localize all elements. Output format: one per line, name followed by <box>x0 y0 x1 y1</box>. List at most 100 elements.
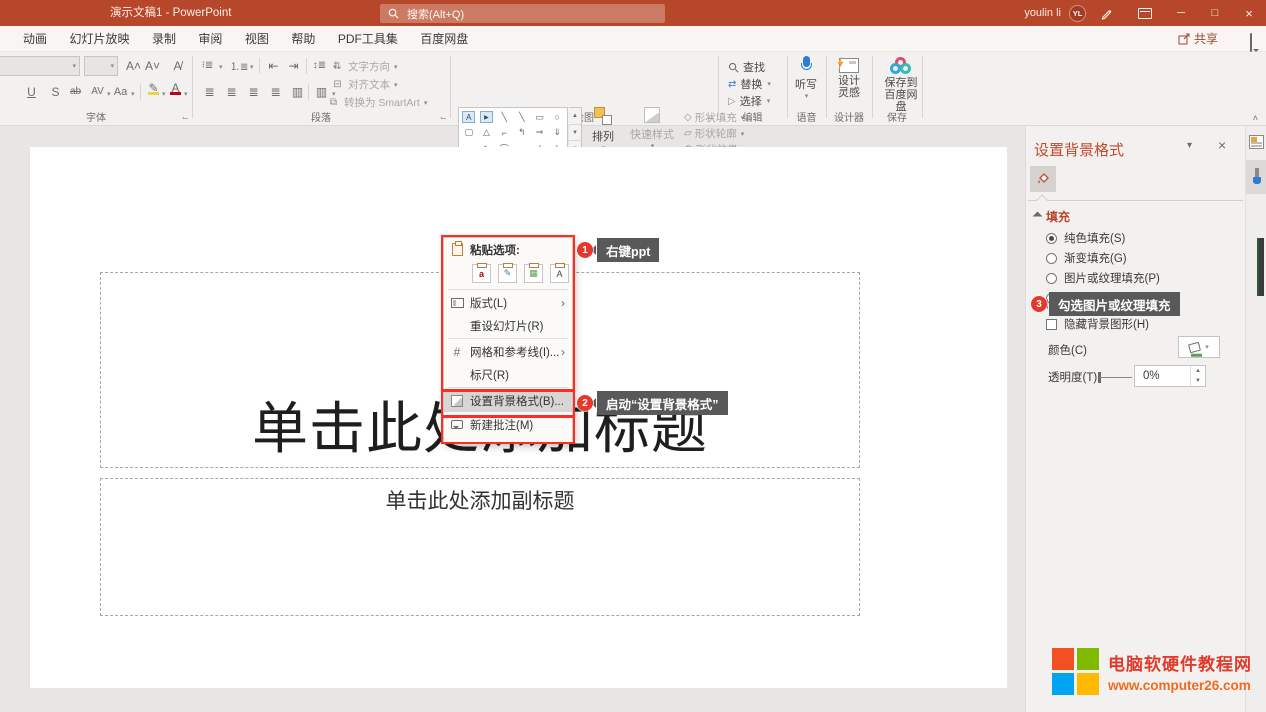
shape-elbow-icon[interactable]: ⌐ <box>502 128 507 138</box>
tab-record[interactable]: 录制 <box>143 26 185 52</box>
text-direction-button[interactable]: ⇅文字方向▾ <box>330 58 398 75</box>
slide-properties-icon[interactable] <box>1249 135 1264 149</box>
tab-help[interactable]: 帮助 <box>282 26 324 52</box>
shapes-scroll-down-icon[interactable]: ▼ <box>569 125 581 142</box>
paste-text-only-icon[interactable]: A <box>550 264 569 283</box>
format-brush-icon[interactable] <box>1250 168 1263 185</box>
save-to-baidu-button[interactable]: 保存到百度网盘 <box>880 57 922 113</box>
paste-destination-theme-icon[interactable]: a <box>472 264 491 283</box>
paste-keep-formatting-icon[interactable]: ✎ <box>498 264 517 283</box>
shrink-font-icon[interactable]: A˅ <box>145 57 160 74</box>
shape-down-arrow-icon[interactable]: ⇓ <box>553 127 561 138</box>
menu-item-format-background[interactable]: 设置背景格式(B)... <box>444 389 572 412</box>
menu-item-layout[interactable]: 版式(L) › <box>444 291 572 314</box>
font-color-icon[interactable]: A <box>168 82 183 95</box>
transparency-slider-track[interactable] <box>1100 377 1132 378</box>
bullets-icon[interactable]: ⁝≣ <box>200 57 215 74</box>
option-picture-fill[interactable]: 图片或纹理填充(P) <box>1046 270 1160 286</box>
radio-icon[interactable] <box>1046 273 1057 284</box>
pen-mode-icon[interactable] <box>1086 0 1126 26</box>
clear-formatting-icon[interactable]: A̸ <box>170 57 185 74</box>
align-left-icon[interactable]: ≣ <box>202 83 217 100</box>
tab-review[interactable]: 审阅 <box>189 26 231 52</box>
line-spacing-icon[interactable]: ↕≣ <box>312 57 327 74</box>
tab-animation[interactable]: 动画 <box>14 26 56 52</box>
pane-close-icon[interactable]: × <box>1218 137 1226 153</box>
shape-arrow-line-icon[interactable]: ╲ <box>519 112 524 123</box>
search-input[interactable]: 搜索(Alt+Q) <box>380 4 665 23</box>
font-size-combo[interactable]: ▾ <box>84 56 118 76</box>
fill-section-header[interactable]: 填充 <box>1034 208 1070 225</box>
pane-scrollbar-thumb[interactable] <box>1257 238 1264 296</box>
shape-outline-button[interactable]: ▱形状轮廓▾ <box>684 126 744 141</box>
transparency-value-spinner[interactable]: 0% ▲▼ <box>1134 365 1206 387</box>
checkbox-icon[interactable] <box>1046 319 1057 330</box>
shape-line-icon[interactable]: ╲ <box>501 112 506 123</box>
tab-pdf-tools[interactable]: PDF工具集 <box>329 26 407 52</box>
ribbon-display-options-icon[interactable] <box>1126 0 1164 26</box>
transparency-value[interactable]: 0% <box>1135 370 1190 382</box>
quick-styles-button[interactable]: 快速样式▾ <box>630 107 674 150</box>
comments-icon[interactable] <box>1250 34 1252 52</box>
underline-icon[interactable]: U <box>24 83 39 100</box>
replace-button[interactable]: ⇄ 替换▾ <box>728 76 771 92</box>
grow-font-icon[interactable]: A˄ <box>126 57 141 74</box>
distribute-icon[interactable]: ▥ <box>290 83 305 100</box>
color-dropdown-button[interactable]: ▾ <box>1178 336 1220 358</box>
shape-triangle-icon[interactable]: △ <box>483 127 490 138</box>
fill-tab-button[interactable] <box>1030 166 1056 192</box>
tab-baidu-netdisk[interactable]: 百度网盘 <box>411 26 477 52</box>
paragraph-dialog-launcher[interactable]: ⌙ <box>440 113 447 122</box>
menu-item-reset-slide[interactable]: 重设幻灯片(R) <box>444 314 572 337</box>
numbering-icon[interactable]: ⒈≣ <box>230 57 248 74</box>
shape-curve-connector-icon[interactable]: ↰ <box>518 127 526 138</box>
increase-indent-icon[interactable]: ⇥ <box>286 57 301 74</box>
arrange-button[interactable]: 排列▾ <box>592 107 614 152</box>
pane-options-caret-icon[interactable]: ▾ <box>1187 140 1192 151</box>
radio-icon[interactable] <box>1046 253 1057 264</box>
slide-subtitle-text[interactable]: 单击此处添加副标题 <box>101 485 859 515</box>
textbox-icon[interactable]: A <box>462 111 475 123</box>
tab-slideshow[interactable]: 幻灯片放映 <box>60 26 138 52</box>
dictate-button[interactable]: 听写▾ <box>795 56 817 100</box>
radio-selected-icon[interactable] <box>1046 233 1057 244</box>
align-right-icon[interactable]: ≣ <box>246 83 261 100</box>
find-button[interactable]: 查找 <box>728 59 765 75</box>
subtitle-placeholder[interactable]: 单击此处添加副标题 <box>100 478 860 616</box>
shapes-scroll-up-icon[interactable]: ▲ <box>569 108 581 125</box>
spinner-up-icon[interactable]: ▲ <box>1191 366 1205 376</box>
decrease-indent-icon[interactable]: ⇤ <box>266 57 281 74</box>
align-text-button[interactable]: ⊟对齐文本▾ <box>330 76 398 93</box>
option-solid-fill[interactable]: 纯色填充(S) <box>1046 230 1125 246</box>
shape-right-arrow-icon[interactable]: ⇒ <box>536 127 544 138</box>
collapse-ribbon-icon[interactable]: ˄ <box>1253 113 1258 123</box>
minimize-button[interactable]: ─ <box>1164 0 1198 26</box>
shape-rectangle-icon[interactable]: ▭ <box>535 112 544 123</box>
spinner-down-icon[interactable]: ▼ <box>1191 376 1205 386</box>
select-button[interactable]: ▷ 选择▾ <box>728 93 770 109</box>
font-dialog-launcher[interactable]: ⌙ <box>182 113 189 122</box>
option-gradient-fill[interactable]: 渐变填充(G) <box>1046 250 1127 266</box>
close-button[interactable]: × <box>1232 0 1266 26</box>
user-name[interactable]: youlin li <box>1024 7 1061 19</box>
avatar[interactable]: YL <box>1069 5 1086 22</box>
highlight-color-icon[interactable]: ✎ <box>146 82 161 95</box>
menu-item-new-comment[interactable]: 新建批注(M) <box>444 412 572 437</box>
vertical-textbox-icon[interactable]: ▶ <box>480 111 493 123</box>
menu-item-ruler[interactable]: 标尺(R) <box>444 363 572 386</box>
shape-rounded-rect-icon[interactable]: ▢ <box>465 127 474 138</box>
shape-oval-icon[interactable]: ○ <box>554 112 559 122</box>
paste-picture-icon[interactable]: ▦ <box>524 264 543 283</box>
shadow-icon[interactable]: S <box>48 83 63 100</box>
restore-button[interactable]: □ <box>1198 0 1232 26</box>
justify-icon[interactable]: ≣ <box>268 83 283 100</box>
strikethrough-icon[interactable]: ab <box>68 83 83 100</box>
tab-view[interactable]: 视图 <box>236 26 278 52</box>
font-name-combo[interactable]: ▾ <box>0 56 80 76</box>
change-case-icon[interactable]: Aa <box>113 83 128 100</box>
design-ideas-button[interactable]: 设计灵感 <box>838 58 860 99</box>
menu-item-grid-guides[interactable]: # 网格和参考线(I)... › <box>444 340 572 363</box>
align-center-icon[interactable]: ≣ <box>224 83 239 100</box>
character-spacing-icon[interactable]: AV <box>90 83 105 100</box>
option-hide-background[interactable]: 隐藏背景图形(H) <box>1046 316 1149 332</box>
